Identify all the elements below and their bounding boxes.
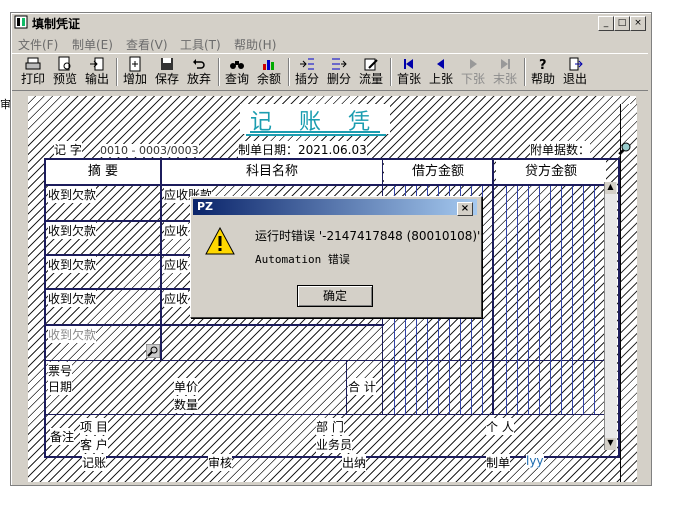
preview-button[interactable]: 预览 — [50, 56, 80, 88]
row-summary[interactable]: 收到欠款 — [48, 256, 97, 273]
menu-file[interactable]: 文件(F) — [18, 36, 58, 53]
delete-row-icon — [332, 58, 347, 70]
close-button[interactable]: × — [630, 16, 646, 31]
maker-label: 制单 — [486, 454, 511, 471]
salesperson-label: 业务员 — [316, 436, 353, 453]
scroll-up-icon[interactable]: ▲ — [605, 182, 616, 194]
export-icon — [90, 57, 104, 71]
date-label: 日期 — [48, 378, 73, 395]
row-summary[interactable]: 收到欠款 — [48, 186, 97, 203]
total-label: 合 计 — [348, 378, 376, 395]
prev-button[interactable]: 上张 — [426, 56, 456, 88]
row-summary[interactable]: 收到欠款 — [48, 222, 97, 239]
svg-text:?: ? — [539, 58, 547, 72]
new-document-icon — [129, 56, 141, 72]
menu-voucher[interactable]: 制单(E) — [72, 36, 113, 53]
dialog-title: PZ — [197, 200, 214, 213]
cash-flow-button[interactable]: 流量 — [356, 56, 386, 88]
voucher-number: 0010 - 0003/0003 — [100, 144, 199, 157]
help-icon: ? — [539, 58, 547, 72]
exit-button[interactable]: 退出 — [560, 56, 590, 88]
error-message: 运行时错误 '-2147417848 (80010108)': — [255, 229, 485, 243]
header-debit: 借方金额 — [384, 160, 492, 184]
app-icon — [14, 15, 28, 29]
last-icon — [501, 59, 510, 69]
menu-bar: 文件(F) 制单(E) 查看(V) 工具(T) 帮助(H) — [12, 34, 648, 52]
save-icon — [161, 58, 173, 70]
quantity-label: 数量 — [174, 396, 199, 413]
reference-lookup-icon[interactable] — [146, 344, 160, 358]
paper-shadow — [620, 104, 637, 482]
print-button[interactable]: 打印 — [18, 56, 48, 88]
person-label: 个 人 — [486, 418, 514, 435]
insert-row-icon — [300, 58, 314, 70]
dialog-title-bar: PZ × — [193, 199, 477, 216]
menu-help[interactable]: 帮助(H) — [234, 36, 276, 53]
auditor-label: 审核 — [208, 454, 233, 471]
menu-view[interactable]: 查看(V) — [126, 36, 168, 53]
search-icon[interactable] — [618, 141, 632, 155]
menu-tools[interactable]: 工具(T) — [180, 36, 221, 53]
project-label: 项 目 — [80, 418, 108, 435]
prev-icon — [437, 59, 444, 69]
toolbar: 打印 预览 输出 增加 保存 放弃 查询 余额 插分 删分 流量 首张 上张 下… — [12, 53, 648, 91]
export-button[interactable]: 输出 — [82, 56, 112, 88]
window-title: 填制凭证 — [32, 17, 81, 31]
first-button[interactable]: 首张 — [394, 56, 424, 88]
last-button[interactable]: 末张 — [490, 56, 520, 88]
customer-label: 客 户 — [80, 436, 108, 453]
insert-split-button[interactable]: 插分 — [292, 56, 322, 88]
save-button[interactable]: 保存 — [152, 56, 182, 88]
row-account[interactable]: 应收 — [164, 256, 189, 273]
bookkeeper-label: 记账 — [82, 454, 107, 471]
query-button[interactable]: 查询 — [222, 56, 252, 88]
printer-icon — [25, 57, 41, 70]
title-underline — [246, 134, 386, 136]
header-account: 科目名称 — [162, 160, 382, 184]
scroll-down-icon[interactable]: ▼ — [605, 438, 616, 450]
voucher-type[interactable]: 记 字 — [54, 141, 82, 158]
header-summary: 摘 要 — [46, 160, 160, 184]
exit-door-icon — [569, 57, 583, 71]
maximize-button[interactable]: □ — [614, 16, 630, 31]
row-account[interactable]: 应收 — [164, 290, 189, 307]
abandon-button[interactable]: 放弃 — [184, 56, 214, 88]
first-icon — [404, 59, 413, 69]
row-summary[interactable]: 收到欠款 — [48, 290, 97, 307]
vertical-scrollbar[interactable]: ▲ ▼ — [604, 182, 617, 450]
voucher-title: 记 账 凭 证 — [240, 104, 390, 167]
remark-label: 备注 — [50, 428, 75, 445]
undo-icon — [193, 59, 205, 69]
header-credit: 贷方金额 — [496, 160, 606, 184]
error-dialog: PZ × 运行时错误 '-2147417848 (80010108)': Aut… — [190, 196, 485, 318]
title-bar: 填制凭证 _ □ × — [12, 14, 648, 32]
row-summary[interactable]: 收到欠款 — [48, 326, 97, 343]
delete-split-button[interactable]: 删分 — [324, 56, 354, 88]
preview-icon — [58, 56, 71, 71]
row-account[interactable]: 应收 — [164, 222, 189, 239]
voucher-date[interactable]: 制单日期：2021.06.03 — [238, 141, 367, 158]
cashier-label: 出纳 — [342, 454, 367, 471]
warning-icon — [205, 227, 235, 255]
maker-name: lyy — [526, 454, 544, 468]
binoculars-icon — [230, 61, 244, 69]
minimize-button[interactable]: _ — [598, 16, 614, 31]
error-detail: Automation 错误 — [255, 253, 350, 266]
ok-button[interactable]: 确定 — [297, 285, 373, 307]
dialog-close-button[interactable]: × — [457, 202, 473, 216]
attachment-count[interactable]: 附单据数： — [530, 141, 591, 158]
balance-button[interactable]: 余额 — [254, 56, 284, 88]
ticket-number-label: 票号 — [48, 362, 73, 379]
next-button[interactable]: 下张 — [458, 56, 488, 88]
help-button[interactable]: ? 帮助 — [528, 56, 558, 88]
next-icon — [470, 59, 477, 69]
department-label: 部 门 — [316, 418, 344, 435]
bar-chart-icon — [263, 60, 274, 70]
pencil-icon — [364, 58, 378, 71]
add-button[interactable]: 增加 — [120, 56, 150, 88]
unit-price-label: 单价 — [174, 378, 199, 395]
